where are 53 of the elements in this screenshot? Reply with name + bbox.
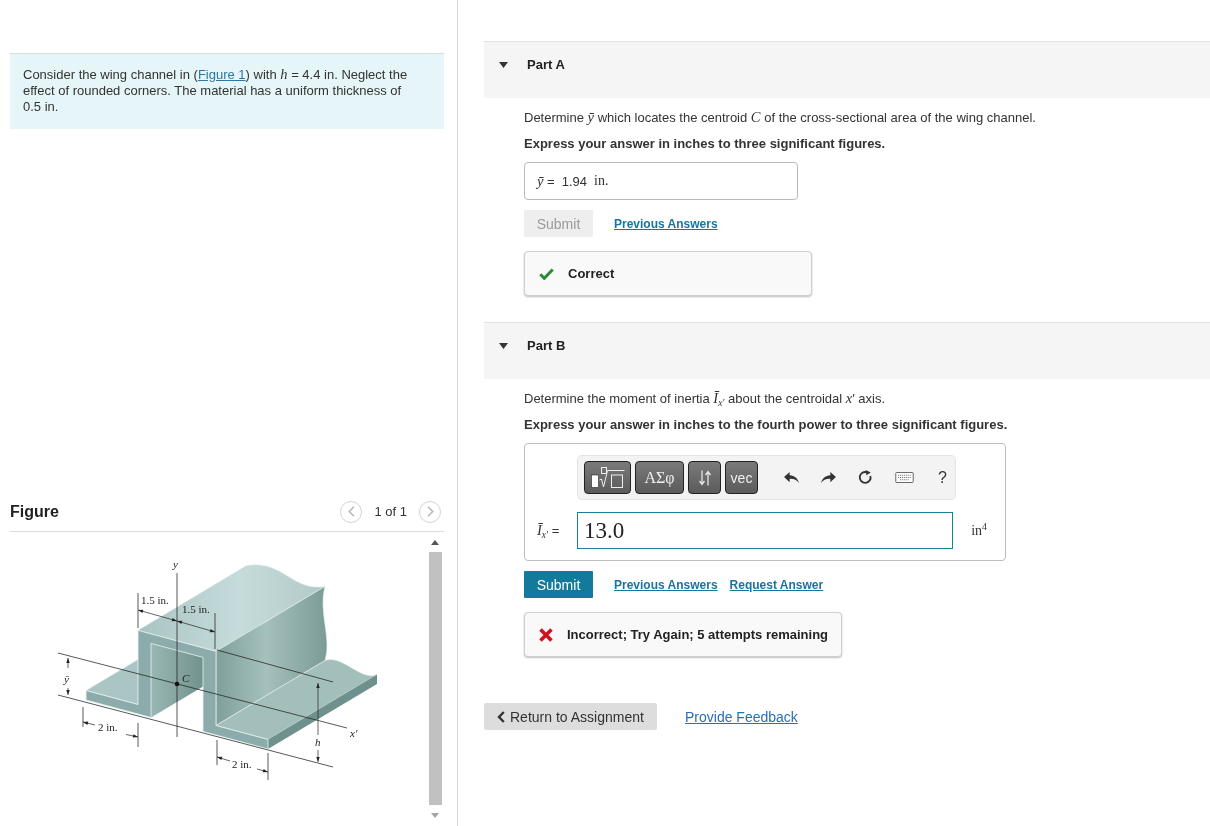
feedback-text: Incorrect; Try Again; 5 attempts remaining — [567, 627, 829, 642]
variable-label: x′ — [350, 727, 358, 739]
arrows-button[interactable] — [688, 461, 721, 494]
chevron-right-icon — [426, 506, 434, 517]
answer-unit: in. — [594, 173, 609, 189]
dimension-label: 1.5 in. — [141, 594, 169, 606]
instruction-text: Express your answer in inches to the fourth power to three significant figures. — [524, 416, 1009, 433]
help-button[interactable]: ? — [938, 468, 947, 487]
question-text: Determine ȳ which locates the centroid C of the cross-sectional area of the wing channel. — [524, 109, 1037, 126]
templates-button[interactable] — [584, 461, 631, 494]
answer-label: ȳ = — [537, 172, 555, 190]
part-title: Part B — [527, 338, 566, 354]
redo-icon[interactable] — [821, 471, 836, 484]
figure-link[interactable]: Figure 1 — [197, 67, 246, 82]
variable-label: y — [173, 558, 178, 570]
undo-icon[interactable] — [784, 471, 799, 484]
feedback-text: Correct — [568, 266, 615, 281]
page-counter: 1 of 1 — [374, 504, 407, 519]
x-icon — [539, 627, 553, 642]
part-title: Part A — [527, 57, 565, 73]
answer-unit: in$^{4}$ — [971, 522, 987, 539]
answer-input[interactable]: 13.0 — [577, 512, 954, 549]
return-button[interactable]: Return to Assignment — [484, 703, 657, 730]
instruction-text: Express your answer in inches to three significant figures. — [524, 135, 887, 152]
root-template-icon — [590, 467, 625, 488]
problem-statement: Consider the wing channel in (Figure 1) with h = 4.4 in. Neglect the effect of rounded corners. The material has a uniform thickness of 0.5 in. — [23, 66, 409, 115]
vector-button[interactable]: vec — [725, 461, 758, 494]
feedback-link[interactable]: Provide Feedback — [685, 708, 798, 725]
keyboard-icon[interactable] — [895, 472, 914, 483]
question-text: Determine the moment of inertia Ī$_{x′}$ about the centroidal x′ axis. — [524, 390, 887, 407]
up-down-arrows-icon — [698, 469, 711, 486]
scroll-up-icon[interactable] — [431, 540, 439, 545]
dimension-label: 1.5 in. — [182, 603, 210, 615]
variable-label: h — [315, 736, 321, 748]
answer-link[interactable]: Previous Answers — [614, 577, 718, 592]
part-header[interactable]: Part B — [484, 323, 1210, 379]
variable-label: C — [182, 672, 190, 684]
answer-link[interactable]: Previous Answers — [614, 216, 718, 231]
answer-value: 1.94 — [561, 173, 587, 189]
check-icon — [539, 267, 554, 280]
part-header[interactable]: Part A — [484, 42, 1210, 98]
answer-label: Ī$_{x′}$ = — [537, 522, 561, 539]
chevron-left-icon — [497, 710, 505, 723]
dimension-label: 2 in. — [232, 758, 252, 770]
submit-button[interactable]: Submit — [524, 571, 593, 598]
reset-icon[interactable] — [858, 470, 873, 485]
variable-label: ȳ — [64, 673, 69, 685]
scrollbar-thumb[interactable] — [428, 552, 442, 805]
figure-title: Figure — [10, 502, 59, 521]
chevron-left-icon — [347, 506, 355, 517]
answer-link[interactable]: Request Answer — [729, 577, 824, 592]
dimension-label: 2 in. — [98, 721, 118, 733]
greek-symbols-button[interactable]: ΑΣφ — [635, 461, 684, 494]
